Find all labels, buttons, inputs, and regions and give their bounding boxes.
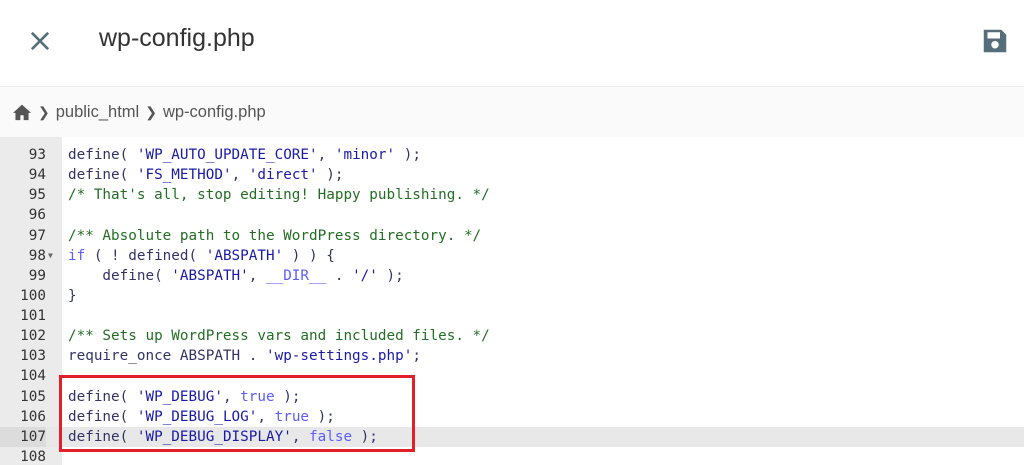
code-text: /** Sets up WordPress vars and included … [68, 326, 490, 346]
breadcrumb-public-html[interactable]: public_html [56, 103, 139, 122]
code-token: ); [377, 267, 404, 284]
code-line[interactable]: 94 define( 'FS_METHOD', 'direct' ); [0, 165, 1024, 185]
code-line[interactable]: 97 /** Absolute path to the WordPress dir… [0, 226, 1024, 246]
line-number: 98 [28, 247, 46, 264]
code-token: 'ABSPATH' [205, 247, 284, 264]
line-number: 96 [28, 207, 46, 224]
code-text: require_once ABSPATH . 'wp-settings.php'… [68, 346, 421, 366]
line-number: 99 [28, 267, 46, 284]
code-token: ) ) { [283, 247, 335, 264]
code-text: /* That's all, stop editing! Happy publi… [68, 185, 490, 205]
code-line[interactable]: 101 [0, 306, 1024, 326]
code-token: 'ABSPATH' [171, 267, 249, 284]
code-token: , [231, 167, 249, 184]
fold-arrow-icon[interactable]: ▼ [48, 246, 53, 266]
code-token: , [317, 147, 335, 163]
code-token: '/' [352, 267, 378, 284]
editor-header: wp-config.php [0, 0, 1024, 87]
code-text: define( 'ABSPATH', __DIR__ . '/' ); [68, 266, 404, 286]
code-line[interactable]: 103 require_once ABSPATH . 'wp-settings.p… [0, 346, 1024, 366]
code-token: ); [317, 167, 344, 184]
code-line[interactable]: 102 /** Sets up WordPress vars and includ… [0, 326, 1024, 346]
close-icon[interactable] [26, 27, 54, 55]
code-token: } [68, 287, 77, 304]
line-number: 94 [28, 167, 46, 184]
code-token: __DIR__ [265, 267, 327, 284]
file-title: wp-config.php [99, 24, 255, 52]
line-number: 107 [0, 426, 46, 447]
code-token: define( [68, 167, 137, 184]
line-number: 108 [20, 448, 46, 465]
code-token: /** Absolute path to the WordPress direc… [68, 227, 482, 244]
code-line[interactable]: 98 ▼ if ( ! defined( 'ABSPATH' ) ) { [0, 246, 1024, 266]
code-text: /** Absolute path to the WordPress direc… [68, 226, 481, 246]
chevron-right-icon: ❯ [145, 103, 157, 120]
code-line[interactable]: 96 [0, 205, 1024, 225]
line-number: 93 [28, 147, 46, 163]
code-text: if ( ! defined( 'ABSPATH' ) ) { [68, 246, 335, 266]
code-token: define( [68, 267, 172, 284]
line-number: 100 [20, 287, 46, 304]
code-token: , [248, 267, 266, 284]
line-number: 103 [20, 348, 46, 365]
code-text: define( 'FS_METHOD', 'direct' ); [68, 165, 343, 185]
line-number: 102 [20, 328, 46, 345]
code-token: /** Sets up WordPress vars and included … [68, 328, 490, 345]
code-line[interactable]: 95 /* That's all, stop editing! Happy pub… [0, 185, 1024, 205]
line-number: 106 [20, 408, 46, 425]
breadcrumb: ❯ public_html ❯ wp-config.php [0, 87, 1024, 137]
line-number: 101 [20, 308, 46, 325]
chevron-right-icon: ❯ [38, 103, 50, 120]
line-number: 97 [28, 227, 46, 244]
code-token: 'direct' [248, 167, 318, 184]
code-token: ); [395, 147, 421, 163]
code-token: ; [412, 348, 421, 365]
save-icon[interactable] [980, 26, 1010, 56]
line-number: 105 [20, 388, 46, 405]
code-token: 'wp-settings.php' [265, 348, 413, 365]
code-token: /* That's all, stop editing! Happy publi… [68, 187, 490, 204]
home-icon[interactable] [12, 103, 32, 121]
breadcrumb-wp-config[interactable]: wp-config.php [163, 103, 266, 122]
code-line[interactable]: 93 define( 'WP_AUTO_UPDATE_CORE', 'minor'… [0, 145, 1024, 165]
code-token: define( [68, 147, 137, 163]
code-line[interactable]: 99 define( 'ABSPATH', __DIR__ . '/' ); [0, 266, 1024, 286]
code-text: define( 'WP_AUTO_UPDATE_CORE', 'minor' )… [68, 145, 421, 165]
code-token: 'FS_METHOD' [136, 167, 232, 184]
code-token: 'WP_AUTO_UPDATE_CORE' [136, 147, 318, 163]
code-token: if [68, 247, 86, 264]
line-number: 95 [28, 187, 46, 204]
code-token: . [326, 267, 353, 284]
code-token: require_once ABSPATH . [68, 348, 266, 365]
code-token: ( ! defined( [85, 247, 206, 264]
code-token: 'minor' [334, 147, 396, 163]
code-line[interactable]: 100} [0, 286, 1024, 306]
code-text: } [68, 286, 77, 306]
highlight-box [59, 375, 415, 452]
line-number: 104 [20, 368, 46, 385]
